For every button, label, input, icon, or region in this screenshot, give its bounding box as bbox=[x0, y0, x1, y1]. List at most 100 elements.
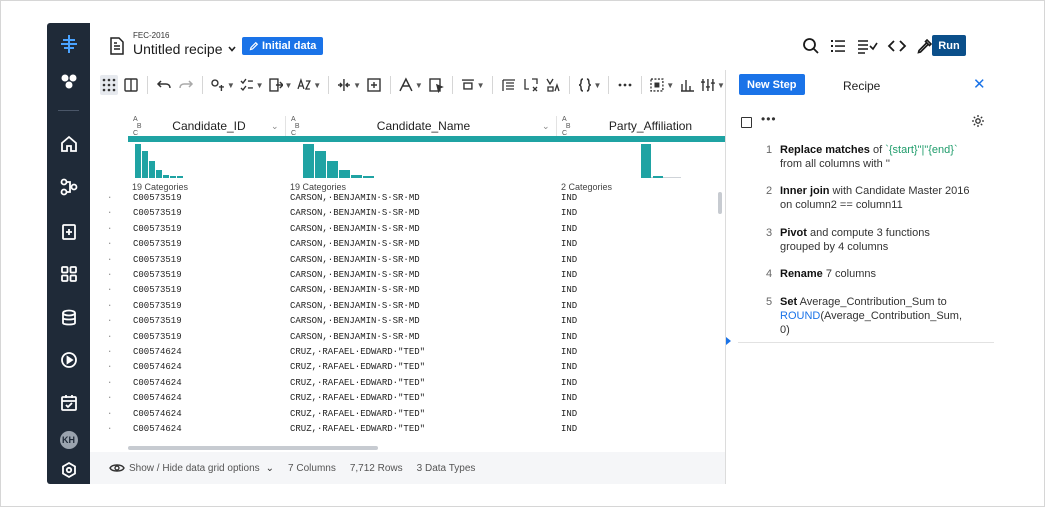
table-row[interactable]: · C00573519 CARSON,·BENJAMIN·S·SR·MD IND bbox=[90, 270, 725, 285]
cursor-button[interactable] bbox=[427, 75, 445, 95]
chevron-down-icon[interactable]: ⌄ bbox=[271, 121, 285, 132]
table-cell[interactable]: CRUZ,·RAFAEL·EDWARD·"TED" bbox=[290, 409, 425, 419]
table-cell[interactable]: IND bbox=[561, 347, 577, 357]
table-cell[interactable]: C00573519 bbox=[133, 208, 182, 218]
table-row[interactable]: · C00574624 CRUZ,·RAFAEL·EDWARD·"TED" IND bbox=[90, 378, 725, 393]
new-step-button[interactable]: New Step bbox=[739, 74, 805, 95]
user-avatar-slot[interactable]: KH bbox=[47, 427, 90, 453]
table-cell[interactable]: C00574624 bbox=[133, 347, 182, 357]
columns-view-button[interactable] bbox=[122, 75, 140, 95]
filter-button[interactable] bbox=[544, 75, 562, 95]
table-cell[interactable]: CRUZ,·RAFAEL·EDWARD·"TED" bbox=[290, 393, 425, 403]
table-row[interactable]: · C00573519 CARSON,·BENJAMIN·S·SR·MD IND bbox=[90, 193, 725, 208]
table-cell[interactable]: CARSON,·BENJAMIN·S·SR·MD bbox=[290, 332, 420, 342]
histogram-party-affiliation[interactable] bbox=[561, 142, 681, 178]
table-cell[interactable]: C00574624 bbox=[133, 409, 182, 419]
table-cell[interactable]: C00573519 bbox=[133, 301, 182, 311]
font-button[interactable]: ▼ bbox=[398, 75, 423, 95]
export-button[interactable]: ▼ bbox=[268, 75, 292, 95]
table-cell[interactable]: IND bbox=[561, 224, 577, 234]
table-cell[interactable]: IND bbox=[561, 255, 577, 265]
redo-button[interactable] bbox=[177, 75, 195, 95]
formula-button[interactable]: ▼ bbox=[577, 75, 601, 95]
merge-button[interactable] bbox=[365, 75, 383, 95]
table-cell[interactable]: IND bbox=[561, 378, 577, 388]
table-row[interactable]: · C00573519 CARSON,·BENJAMIN·S·SR·MD IND bbox=[90, 224, 725, 239]
histogram-candidate-id[interactable] bbox=[133, 142, 281, 178]
grid-apps-icon[interactable] bbox=[47, 261, 90, 287]
table-cell[interactable]: C00573519 bbox=[133, 316, 182, 326]
table-cell[interactable]: CARSON,·BENJAMIN·S·SR·MD bbox=[290, 316, 420, 326]
table-cell[interactable]: C00574624 bbox=[133, 378, 182, 388]
grid-options-toggle[interactable]: Show / Hide data grid options bbox=[129, 463, 260, 474]
logo-icon[interactable] bbox=[47, 31, 90, 57]
histogram-candidate-name[interactable] bbox=[291, 142, 541, 178]
table-cell[interactable]: CRUZ,·RAFAEL·EDWARD·"TED" bbox=[290, 362, 425, 372]
table-cell[interactable]: IND bbox=[561, 239, 577, 249]
table-row[interactable]: · C00574624 CRUZ,·RAFAEL·EDWARD·"TED" IND bbox=[90, 409, 725, 424]
run-button[interactable]: Run bbox=[932, 35, 966, 56]
column-header-candidate-name[interactable]: A BC Candidate_Name ⌄ bbox=[286, 116, 557, 137]
table-cell[interactable]: C00573519 bbox=[133, 239, 182, 249]
play-circle-icon[interactable] bbox=[47, 347, 90, 373]
table-cell[interactable]: IND bbox=[561, 362, 577, 372]
table-row[interactable]: · C00573519 CARSON,·BENJAMIN·S·SR·MD IND bbox=[90, 239, 725, 254]
replace-button[interactable]: ▼ bbox=[210, 75, 235, 95]
sort-button[interactable]: ▼ bbox=[296, 75, 321, 95]
table-cell[interactable]: CARSON,·BENJAMIN·S·SR·MD bbox=[290, 270, 420, 280]
chart-button[interactable] bbox=[678, 75, 696, 95]
table-cell[interactable]: IND bbox=[561, 393, 577, 403]
sliders-button[interactable]: ▼ bbox=[700, 75, 725, 95]
table-cell[interactable]: IND bbox=[561, 193, 577, 203]
eye-icon[interactable] bbox=[109, 460, 125, 476]
row-format-button[interactable] bbox=[500, 75, 518, 95]
table-cell[interactable]: C00573519 bbox=[133, 285, 182, 295]
table-cell[interactable]: IND bbox=[561, 332, 577, 342]
table-cell[interactable]: IND bbox=[561, 316, 577, 326]
table-cell[interactable]: IND bbox=[561, 409, 577, 419]
table-cell[interactable]: C00573519 bbox=[133, 193, 182, 203]
settings-hex-icon[interactable] bbox=[47, 457, 90, 483]
table-cell[interactable]: CARSON,·BENJAMIN·S·SR·MD bbox=[290, 208, 420, 218]
table-cell[interactable]: CARSON,·BENJAMIN·S·SR·MD bbox=[290, 224, 420, 234]
table-cell[interactable]: CRUZ,·RAFAEL·EDWARD·"TED" bbox=[290, 347, 425, 357]
table-cell[interactable]: CRUZ,·RAFAEL·EDWARD·"TED" bbox=[290, 424, 425, 434]
vertical-scrollbar[interactable] bbox=[718, 192, 722, 214]
table-row[interactable]: · C00573519 CARSON,·BENJAMIN·S·SR·MD IND bbox=[90, 301, 725, 316]
search-icon[interactable] bbox=[802, 37, 820, 55]
flow-icon[interactable] bbox=[47, 174, 90, 200]
table-cell[interactable]: C00574624 bbox=[133, 424, 182, 434]
table-cell[interactable]: IND bbox=[561, 208, 577, 218]
table-cell[interactable]: CARSON,·BENJAMIN·S·SR·MD bbox=[290, 301, 420, 311]
table-cell[interactable]: IND bbox=[561, 301, 577, 311]
list-icon[interactable] bbox=[829, 37, 847, 55]
select-all-checkbox[interactable] bbox=[741, 117, 752, 128]
horizontal-scrollbar[interactable] bbox=[128, 446, 378, 450]
undo-button[interactable] bbox=[155, 75, 173, 95]
molecule-icon[interactable] bbox=[47, 68, 90, 94]
table-cell[interactable]: C00574624 bbox=[133, 393, 182, 403]
table-cell[interactable]: CARSON,·BENJAMIN·S·SR·MD bbox=[290, 239, 420, 249]
transform-button[interactable] bbox=[522, 75, 540, 95]
layout-button[interactable]: ▼ bbox=[460, 75, 485, 95]
table-cell[interactable]: CARSON,·BENJAMIN·S·SR·MD bbox=[290, 255, 420, 265]
split-button[interactable]: ▼ bbox=[336, 75, 361, 95]
chevron-down-icon[interactable]: ⌄ bbox=[542, 121, 556, 132]
table-cell[interactable]: CRUZ,·RAFAEL·EDWARD·"TED" bbox=[290, 378, 425, 388]
table-row[interactable]: · C00573519 CARSON,·BENJAMIN·S·SR·MD IND bbox=[90, 255, 725, 270]
avatar[interactable]: KH bbox=[59, 431, 78, 449]
table-cell[interactable]: IND bbox=[561, 270, 577, 280]
table-row[interactable]: · C00574624 CRUZ,·RAFAEL·EDWARD·"TED" IND bbox=[90, 424, 725, 439]
table-cell[interactable]: IND bbox=[561, 285, 577, 295]
table-cell[interactable]: C00573519 bbox=[133, 224, 182, 234]
table-row[interactable]: · C00574624 CRUZ,·RAFAEL·EDWARD·"TED" IND bbox=[90, 393, 725, 408]
list-check-icon[interactable] bbox=[856, 37, 878, 55]
caret-right-icon[interactable] bbox=[726, 337, 731, 345]
column-header-party-affiliation[interactable]: A BC Party_Affiliation bbox=[557, 116, 725, 137]
column-header-candidate-id[interactable]: A BC Candidate_ID ⌄ bbox=[128, 116, 286, 137]
table-cell[interactable]: CARSON,·BENJAMIN·S·SR·MD bbox=[290, 285, 420, 295]
table-row[interactable]: · C00573519 CARSON,·BENJAMIN·S·SR·MD IND bbox=[90, 332, 725, 347]
select-button[interactable]: ▼ bbox=[649, 75, 674, 95]
grid-view-button[interactable] bbox=[100, 75, 118, 95]
table-cell[interactable]: C00574624 bbox=[133, 362, 182, 372]
